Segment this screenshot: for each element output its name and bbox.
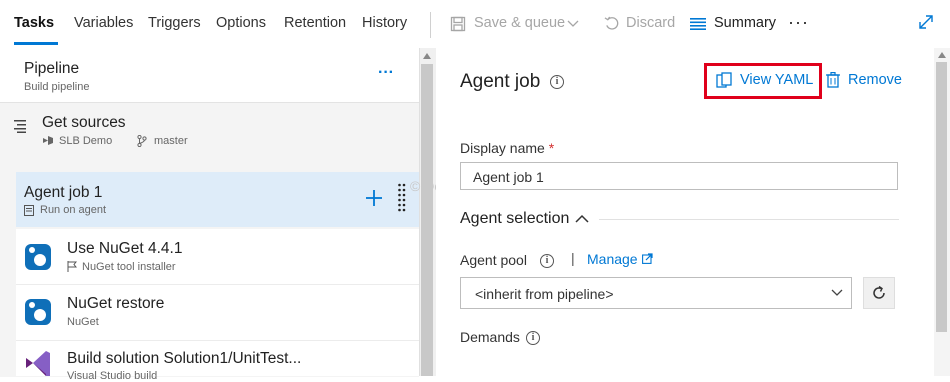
get-sources-title: Get sources (42, 114, 126, 131)
task-row-nuget-restore[interactable] (16, 285, 419, 341)
task-title: NuGet restore (67, 295, 165, 312)
agent-pool-label: Agent pool (460, 252, 527, 268)
summary-label: Summary (714, 15, 777, 31)
scrollbar-thumb[interactable] (421, 64, 433, 376)
info-icon[interactable]: i (550, 75, 564, 89)
tab-triggers[interactable]: Triggers (148, 15, 201, 31)
toolbar-divider (430, 12, 431, 38)
remove-label: Remove (848, 72, 902, 88)
tab-history[interactable]: History (362, 15, 407, 31)
highlight-box (704, 63, 822, 99)
more-actions-button[interactable]: ··· (788, 12, 809, 33)
discard-label: Discard (626, 15, 676, 31)
server-icon (24, 205, 34, 216)
discard-button[interactable]: Discard (604, 14, 676, 36)
task-subtitle: NuGet (67, 316, 99, 328)
details-heading: Agent job (460, 71, 541, 92)
tab-options[interactable]: Options (216, 15, 266, 31)
get-sources-icon (14, 120, 26, 133)
task-title: Use NuGet 4.4.1 (67, 240, 183, 257)
tab-variables[interactable]: Variables (74, 15, 133, 31)
agent-job-title: Agent job 1 (24, 184, 103, 201)
manage-link[interactable]: Manage (587, 251, 638, 267)
required-mark: * (548, 140, 555, 156)
chevron-up-icon[interactable] (575, 214, 589, 223)
refresh-icon (873, 285, 885, 299)
section-divider (599, 219, 899, 220)
agent-pool-value: <inherit from pipeline> (475, 286, 614, 302)
remove-button[interactable]: Remove (826, 71, 902, 93)
external-link-icon[interactable] (642, 253, 653, 264)
visual-studio-icon (43, 136, 53, 145)
list-icon (690, 18, 706, 30)
flag-icon (67, 261, 77, 272)
nuget-icon (25, 299, 51, 325)
save-queue-button[interactable]: Save & queue (450, 14, 620, 36)
display-name-label: Display name * (460, 140, 554, 156)
chevron-down-icon (831, 289, 843, 296)
separator: | (571, 250, 575, 266)
agent-selection-header[interactable]: Agent selection (460, 210, 569, 228)
task-title: Build solution Solution1/UnitTest... (67, 350, 302, 367)
visual-studio-build-icon (26, 351, 50, 376)
trash-icon (826, 72, 840, 88)
chevron-down-icon (567, 20, 579, 27)
undo-icon (604, 16, 619, 30)
display-name-label-text: Display name (460, 140, 545, 156)
save-queue-label: Save & queue (474, 15, 566, 31)
tab-retention[interactable]: Retention (284, 15, 346, 31)
info-icon[interactable]: i (526, 331, 540, 345)
agent-job-subtitle: Run on agent (40, 204, 107, 216)
active-tab-indicator (14, 42, 58, 45)
pipeline-title: Pipeline (24, 60, 80, 77)
branch-name: master (154, 135, 188, 147)
pipeline-more-button[interactable]: ··· (378, 64, 394, 82)
scrollbar-thumb[interactable] (936, 62, 947, 332)
pipeline-subtitle: Build pipeline (24, 81, 90, 93)
save-icon (450, 16, 466, 32)
scroll-up-icon[interactable] (422, 52, 432, 60)
agent-pool-select[interactable]: <inherit from pipeline> (460, 277, 852, 309)
expand-icon[interactable] (918, 14, 934, 30)
nuget-icon (25, 244, 51, 270)
drag-handle-icon[interactable] (397, 183, 407, 215)
tab-tasks[interactable]: Tasks (14, 15, 54, 31)
get-sources-row[interactable] (0, 103, 419, 165)
scroll-up-icon[interactable] (937, 51, 947, 59)
repo-name: SLB Demo (59, 135, 113, 147)
task-subtitle: NuGet tool installer (82, 261, 176, 273)
refresh-button[interactable] (863, 277, 895, 309)
display-name-field[interactable]: Agent job 1 (460, 162, 898, 190)
summary-button[interactable]: Summary (690, 14, 780, 36)
branch-icon (137, 135, 147, 147)
info-icon[interactable]: i (540, 254, 554, 268)
demands-label: Demands (460, 329, 520, 345)
task-subtitle: Visual Studio build (67, 370, 158, 382)
add-task-icon[interactable] (365, 189, 383, 207)
